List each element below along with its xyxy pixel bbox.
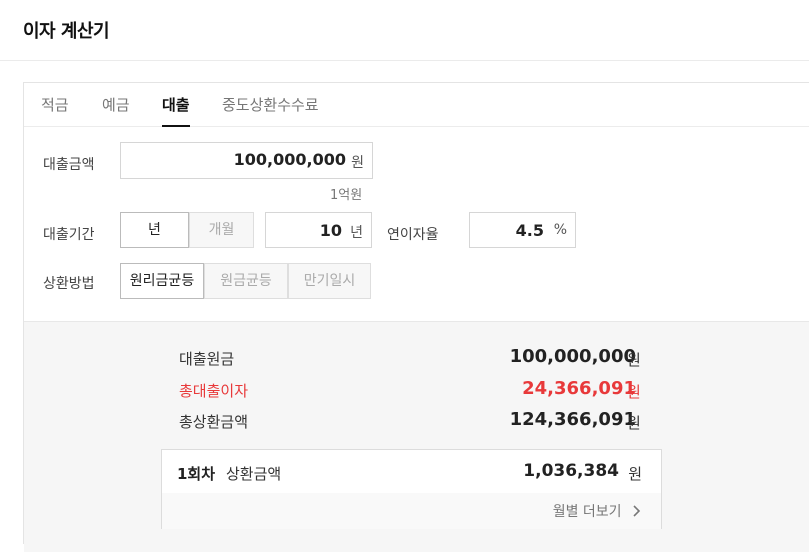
installment-prefix: 1회차 xyxy=(177,465,216,483)
title-divider xyxy=(0,60,809,61)
loan-period-input[interactable]: 10 년 xyxy=(265,212,372,248)
principal-value: 100,000,000 xyxy=(509,346,636,367)
chevron-right-icon xyxy=(633,505,641,517)
total-repayment-label: 총상환금액 xyxy=(179,413,249,431)
installment-label: 상환금액 xyxy=(226,465,282,483)
interest-rate-value: 4.5 xyxy=(515,221,544,240)
period-unit-year-button[interactable]: 년 xyxy=(120,212,189,248)
method-equal-installment-button[interactable]: 원리금균등 xyxy=(120,263,204,299)
loan-amount-label: 대출금액 xyxy=(43,157,95,173)
monthly-detail-link[interactable]: 월별 더보기 xyxy=(553,501,641,521)
tab-prepayment-fee[interactable]: 중도상환수수료 xyxy=(222,94,319,125)
installment-value: 1,036,384 xyxy=(523,461,619,481)
principal-unit: 원 xyxy=(627,351,641,369)
period-unit-month-button[interactable]: 개월 xyxy=(189,212,254,248)
loan-amount-value: 100,000,000 xyxy=(233,150,346,169)
loan-period-value: 10 xyxy=(319,221,342,240)
total-interest-unit: 원 xyxy=(627,383,641,401)
total-interest-value: 24,366,091 xyxy=(522,378,636,399)
interest-rate-input[interactable]: 4.5 % xyxy=(469,212,576,248)
page-title: 이자 계산기 xyxy=(23,21,110,42)
principal-label: 대출원금 xyxy=(179,350,235,368)
tab-savings[interactable]: 적금 xyxy=(41,94,69,125)
monthly-detail-bar: 월별 더보기 xyxy=(162,493,661,529)
tab-bar: 적금 예금 대출 중도상환수수료 xyxy=(24,83,809,127)
calculator-panel: 적금 예금 대출 중도상환수수료 대출금액 100,000,000 원 1억원 … xyxy=(23,82,809,552)
tab-loan[interactable]: 대출 xyxy=(162,94,190,127)
total-repayment-unit: 원 xyxy=(627,414,641,432)
repayment-method-label: 상환방법 xyxy=(43,276,95,292)
loan-amount-input[interactable]: 100,000,000 원 xyxy=(120,142,373,179)
loan-amount-hint: 1억원 xyxy=(330,188,363,203)
total-interest-label: 총대출이자 xyxy=(179,382,249,400)
installment-box: 1회차 상환금액 1,036,384 원 월별 더보기 xyxy=(161,449,662,529)
monthly-detail-label: 월별 더보기 xyxy=(552,504,622,520)
installment-unit: 원 xyxy=(628,465,642,483)
tab-deposit[interactable]: 예금 xyxy=(102,94,130,125)
loan-period-unit: 년 xyxy=(350,225,363,241)
interest-rate-label: 연이자율 xyxy=(387,227,439,243)
interest-rate-unit: % xyxy=(553,222,567,238)
method-bullet-button[interactable]: 만기일시 xyxy=(288,263,371,299)
installment-row: 1회차 상환금액 1,036,384 원 xyxy=(162,450,661,494)
total-repayment-value: 124,366,091 xyxy=(509,409,636,430)
loan-amount-unit: 원 xyxy=(351,155,364,171)
loan-period-label: 대출기간 xyxy=(43,227,95,243)
method-equal-principal-button[interactable]: 원금균등 xyxy=(204,263,288,299)
result-section: 대출원금 100,000,000 원 총대출이자 24,366,091 원 총상… xyxy=(24,321,809,552)
